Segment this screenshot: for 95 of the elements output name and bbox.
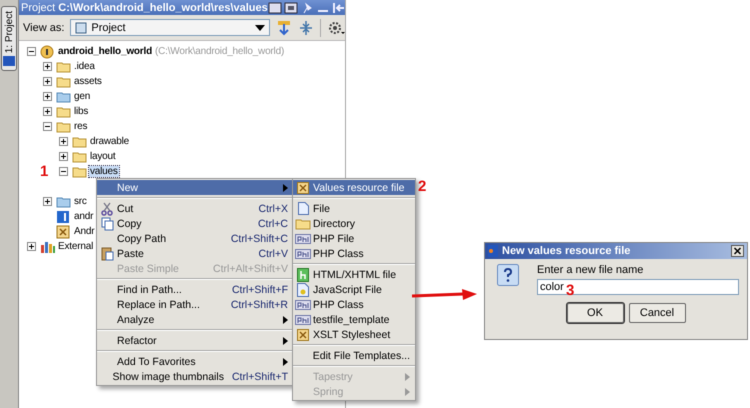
- scroll-from-source-icon[interactable]: [276, 20, 292, 36]
- tree-item[interactable]: assets: [73, 76, 103, 87]
- tree-toggle[interactable]: [59, 137, 68, 146]
- menu-item[interactable]: Paste Ctrl+V: [97, 246, 293, 261]
- tree-toggle[interactable]: [43, 92, 52, 101]
- step-number: 2: [418, 178, 426, 195]
- question-icon: [497, 264, 519, 286]
- project-tab[interactable]: 1: Project: [1, 6, 17, 72]
- menu-item[interactable]: File: [293, 201, 415, 216]
- menu-item[interactable]: Replace in Path... Ctrl+Shift+R: [97, 297, 293, 312]
- tree-item[interactable]: src: [73, 196, 88, 207]
- app-icon: [488, 245, 498, 257]
- caret-icon: [255, 24, 266, 30]
- xml-file-icon: [297, 328, 309, 340]
- menu-item[interactable]: Refactor: [97, 333, 293, 348]
- php-file-icon: [295, 298, 311, 310]
- app-icon: [3, 56, 15, 66]
- menu-item[interactable]: PHP File: [293, 231, 415, 246]
- tree-toggle[interactable]: [43, 62, 52, 71]
- close-icon[interactable]: [731, 245, 744, 257]
- tree-toggle[interactable]: [27, 242, 36, 251]
- tree-item-path: (C:\Work\android_hello_world): [155, 46, 284, 57]
- menu-item[interactable]: HTML/XHTML file: [293, 267, 415, 282]
- scissors-icon: [101, 202, 113, 216]
- file-icon: [56, 210, 71, 224]
- panel-title: Project C:\Work\android_hello_world\res\values: [21, 2, 268, 14]
- tree-toggle[interactable]: [43, 107, 52, 116]
- menu-item[interactable]: Directory: [293, 216, 415, 231]
- tree-item[interactable]: layout: [89, 151, 116, 162]
- folder-icon: [56, 120, 71, 132]
- tree-item[interactable]: Andr: [73, 226, 96, 237]
- module-icon: [40, 44, 55, 58]
- file-icon: [298, 202, 308, 215]
- menu-item[interactable]: Copy Path Ctrl+Shift+C: [97, 231, 293, 246]
- folder-icon: [295, 218, 311, 230]
- menu-item[interactable]: New: [97, 180, 293, 195]
- menu-item[interactable]: Values resource file: [293, 180, 415, 195]
- menu-item[interactable]: Find in Path... Ctrl+Shift+F: [97, 282, 293, 297]
- view-as-dropdown[interactable]: Project: [70, 19, 270, 36]
- tree-toggle[interactable]: [43, 77, 52, 86]
- menu-item[interactable]: PHP Class: [293, 246, 415, 261]
- xml-file-icon: [56, 224, 71, 238]
- tree-toggle[interactable]: [59, 152, 68, 161]
- menu-item[interactable]: Show image thumbnails Ctrl+Shift+T: [97, 369, 293, 384]
- tree-toggle[interactable]: [59, 167, 68, 176]
- menu-item[interactable]: testfile_template: [293, 312, 415, 327]
- php-file-icon: [295, 314, 311, 326]
- javascript-file-icon: [297, 282, 309, 296]
- tree-item[interactable]: gen: [73, 91, 92, 102]
- menu-item[interactable]: Edit File Templates...: [293, 348, 415, 363]
- folder-icon: [72, 166, 87, 178]
- ok-button[interactable]: OK: [566, 303, 624, 323]
- menu-item[interactable]: Analyze: [97, 312, 293, 327]
- folder-icon: [72, 136, 87, 148]
- tree-toggle[interactable]: [43, 197, 52, 206]
- tree-item[interactable]: andr: [73, 211, 94, 222]
- tree-item[interactable]: drawable: [89, 136, 130, 147]
- xml-file-icon: [297, 182, 309, 194]
- paste-icon: [100, 246, 114, 261]
- tree-toggle[interactable]: [43, 122, 52, 131]
- cancel-button[interactable]: Cancel: [628, 303, 686, 323]
- tree-item[interactable]: External: [57, 241, 94, 252]
- folder-icon: [56, 196, 71, 208]
- prompt-text: Enter a new file name: [537, 264, 644, 276]
- library-icon: [40, 240, 55, 254]
- copy-icon: [100, 216, 114, 230]
- folder-icon: [56, 90, 71, 102]
- php-file-icon: [295, 248, 311, 260]
- folder-icon: [56, 60, 71, 72]
- menu-item[interactable]: Add To Favorites: [97, 354, 293, 369]
- dialog-title: New values resource file: [502, 245, 632, 257]
- tree-item[interactable]: .idea: [73, 61, 96, 72]
- tree-item[interactable]: values: [89, 166, 119, 177]
- settings-icon[interactable]: [327, 20, 345, 36]
- tree-toggle[interactable]: [27, 47, 36, 56]
- folder-icon: [72, 150, 87, 162]
- menu-item[interactable]: PHP Class: [293, 297, 415, 312]
- window-icon[interactable]: [284, 2, 298, 14]
- hide-icon[interactable]: [332, 2, 346, 14]
- window-icon[interactable]: [268, 2, 282, 14]
- html-file-icon: [297, 268, 309, 282]
- arrow: [412, 288, 478, 302]
- menu-item[interactable]: Cut Ctrl+X: [97, 201, 293, 216]
- menu-item[interactable]: Copy Ctrl+C: [97, 216, 293, 231]
- php-file-icon: [295, 232, 311, 244]
- menu-item[interactable]: XSLT Stylesheet: [293, 327, 415, 342]
- step-number: 1: [40, 163, 48, 180]
- project-icon: [75, 22, 88, 34]
- folder-icon: [56, 106, 71, 118]
- menu-item[interactable]: JavaScript File: [293, 282, 415, 297]
- view-as-label: View as:: [23, 22, 64, 34]
- tree-item[interactable]: android_hello_world: [57, 46, 153, 57]
- folder-icon: [56, 76, 71, 88]
- tree-item[interactable]: res: [73, 121, 88, 132]
- tree-item[interactable]: libs: [73, 106, 90, 117]
